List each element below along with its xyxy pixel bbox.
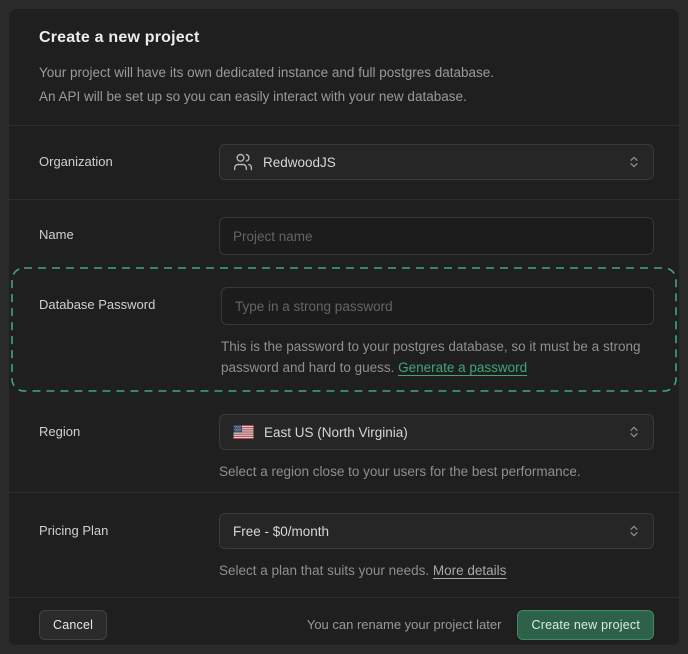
pricing-plan-help-text: Select a plan that suits your needs. xyxy=(219,563,433,578)
cancel-button[interactable]: Cancel xyxy=(39,610,107,640)
project-name-input[interactable] xyxy=(219,217,654,255)
pricing-plan-row: Pricing Plan Free - $0/month Select a pl… xyxy=(9,492,679,597)
database-password-help: This is the password to your postgres da… xyxy=(221,336,654,378)
more-details-link[interactable]: More details xyxy=(433,563,507,578)
dialog-footer: Cancel You can rename your project later… xyxy=(9,597,679,646)
create-project-dialog: Create a new project Your project will h… xyxy=(8,8,680,646)
organization-value: RedwoodJS xyxy=(263,155,617,170)
rename-note: You can rename your project later xyxy=(307,617,502,632)
dialog-description-line2: An API will be set up so you can easily … xyxy=(39,85,649,109)
organization-select[interactable]: RedwoodJS xyxy=(219,144,654,180)
pricing-plan-value: Free - $0/month xyxy=(233,524,617,539)
name-label: Name xyxy=(9,217,219,242)
dialog-title: Create a new project xyxy=(39,29,649,47)
region-value: East US (North Virginia) xyxy=(264,425,617,440)
organization-row: Organization RedwoodJS xyxy=(9,125,679,199)
region-row: Region xyxy=(9,392,679,492)
pricing-plan-select[interactable]: Free - $0/month xyxy=(219,513,654,549)
users-icon xyxy=(233,152,253,172)
chevron-up-down-icon xyxy=(627,155,641,169)
region-select[interactable]: East US (North Virginia) xyxy=(219,414,654,450)
pricing-plan-help: Select a plan that suits your needs. Mor… xyxy=(219,560,654,581)
chevron-up-down-icon xyxy=(627,524,641,538)
name-row: Name xyxy=(9,199,679,267)
pricing-plan-label: Pricing Plan xyxy=(9,513,219,538)
database-password-label: Database Password xyxy=(11,287,221,312)
database-password-input[interactable] xyxy=(221,287,654,325)
generate-password-link[interactable]: Generate a password xyxy=(398,360,527,375)
region-help: Select a region close to your users for … xyxy=(219,461,654,482)
create-project-button[interactable]: Create new project xyxy=(517,610,654,640)
dialog-header: Create a new project Your project will h… xyxy=(9,9,679,125)
database-password-section: Database Password This is the password t… xyxy=(11,267,677,392)
region-label: Region xyxy=(9,414,219,439)
us-flag-icon xyxy=(233,425,254,439)
database-password-row: Database Password This is the password t… xyxy=(11,287,677,378)
chevron-up-down-icon xyxy=(627,425,641,439)
organization-label: Organization xyxy=(9,144,219,169)
dialog-description-line1: Your project will have its own dedicated… xyxy=(39,61,649,85)
